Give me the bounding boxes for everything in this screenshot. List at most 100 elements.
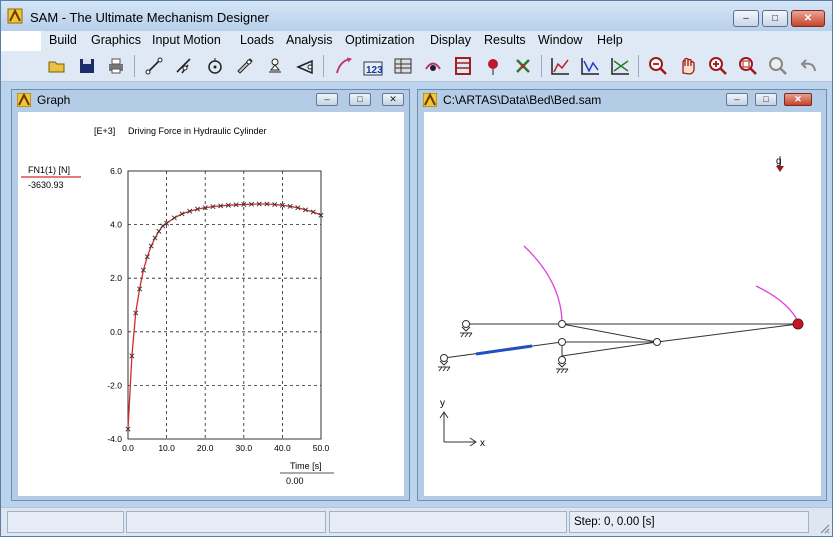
chart-title: Driving Force in Hydraulic Cylinder bbox=[128, 126, 267, 136]
minimize-button[interactable]: – bbox=[733, 10, 759, 27]
svg-text:123: 123 bbox=[366, 65, 383, 76]
beam-icon[interactable] bbox=[143, 55, 165, 77]
mechanism-close-button[interactable]: ✕ bbox=[784, 93, 812, 106]
exponent-label: [E+3] bbox=[94, 126, 115, 136]
menu-display[interactable]: Display bbox=[430, 33, 471, 47]
mechanism-maximize-button[interactable]: □ bbox=[755, 93, 777, 106]
mechanism-window-title: C:\ARTAS\Data\Bed\Bed.sam bbox=[443, 93, 602, 107]
app-logo-icon bbox=[7, 8, 23, 24]
toolbar-separator bbox=[638, 55, 639, 77]
table-icon[interactable] bbox=[392, 55, 414, 77]
resize-grip-icon[interactable] bbox=[818, 522, 830, 534]
y-tick-label: -2.0 bbox=[107, 380, 122, 390]
mechanism-window: C:\ARTAS\Data\Bed\Bed.sam – □ ✕ g y x bbox=[417, 89, 827, 501]
save-icon[interactable] bbox=[76, 55, 98, 77]
x-axis-label: x bbox=[480, 438, 485, 449]
windmill-icon[interactable] bbox=[512, 55, 534, 77]
gear-icon[interactable] bbox=[234, 55, 256, 77]
menu-optimization[interactable]: Optimization bbox=[345, 33, 414, 47]
lens-icon[interactable] bbox=[422, 55, 444, 77]
mechanism-drawing: g y x bbox=[438, 156, 804, 449]
load-icon[interactable] bbox=[482, 55, 504, 77]
mechanism-window-title-bar[interactable]: C:\ARTAS\Data\Bed\Bed.sam – □ ✕ bbox=[418, 90, 826, 110]
menu-window[interactable]: Window bbox=[538, 33, 582, 47]
menu-results[interactable]: Results bbox=[484, 33, 526, 47]
pan-icon[interactable] bbox=[677, 55, 699, 77]
close-icon: ✕ bbox=[389, 94, 397, 104]
menu-help[interactable]: Help bbox=[597, 33, 623, 47]
plot-frame bbox=[127, 170, 322, 440]
maximize-icon: □ bbox=[357, 94, 363, 104]
menu-loads[interactable]: Loads bbox=[240, 33, 274, 47]
toolbar-separator bbox=[134, 55, 135, 77]
plot-xy-2-icon[interactable] bbox=[579, 55, 601, 77]
motion-icon[interactable] bbox=[332, 55, 354, 77]
close-button[interactable]: ✕ bbox=[791, 10, 825, 27]
mechanism-canvas[interactable]: g y x bbox=[424, 112, 821, 496]
minimize-icon: – bbox=[743, 13, 749, 24]
plot-xy-icon[interactable] bbox=[549, 55, 571, 77]
status-pane bbox=[126, 511, 326, 533]
ground-support bbox=[460, 320, 473, 338]
minimize-icon: – bbox=[324, 94, 330, 104]
graph-canvas[interactable]: [E+3] Driving Force in Hydraulic Cylinde… bbox=[18, 112, 404, 496]
legend-label: FN1(1) [N] bbox=[28, 165, 70, 175]
menu-input-motion[interactable]: Input Motion bbox=[152, 33, 221, 47]
plot-area: 0.0 10.0 20.0 30.0 40.0 50.0 -4.0 -2.0 0.0 2.0 4.0… bbox=[107, 166, 329, 453]
x-tick-label: 40.0 bbox=[274, 443, 291, 453]
menu-build[interactable]: Build bbox=[49, 33, 77, 47]
y-tick-label: 2.0 bbox=[110, 273, 122, 283]
link-beam bbox=[656, 323, 799, 343]
slider-icon[interactable] bbox=[204, 55, 226, 77]
mechanism-minimize-button[interactable]: – bbox=[726, 93, 748, 106]
ground-support bbox=[556, 356, 569, 374]
x-tick-label: 10.0 bbox=[158, 443, 175, 453]
menu-analysis[interactable]: Analysis bbox=[286, 33, 333, 47]
maximize-button[interactable]: □ bbox=[762, 10, 788, 27]
status-bar: Step: 0, 0.00 [s] bbox=[1, 507, 832, 536]
ground-icon[interactable] bbox=[264, 55, 286, 77]
link-beam bbox=[561, 341, 658, 357]
status-step-pane: Step: 0, 0.00 [s] bbox=[569, 511, 809, 533]
status-pane bbox=[329, 511, 567, 533]
undo-icon[interactable] bbox=[797, 55, 819, 77]
spring-icon[interactable] bbox=[294, 55, 316, 77]
status-pane bbox=[7, 511, 124, 533]
hinge-node bbox=[558, 320, 566, 328]
gravity-load-label: g bbox=[776, 156, 782, 167]
open-icon[interactable] bbox=[46, 55, 68, 77]
close-icon: ✕ bbox=[803, 13, 813, 24]
mechanism-window-icon bbox=[423, 93, 437, 107]
numbering-icon[interactable]: 123 bbox=[362, 55, 384, 77]
graph-window-title-bar[interactable]: Graph – □ ✕ bbox=[12, 90, 409, 110]
graph-maximize-button[interactable]: □ bbox=[349, 93, 371, 106]
zoom-in-icon[interactable] bbox=[707, 55, 729, 77]
menu-bar-blank bbox=[1, 31, 41, 51]
plot-xy-3-icon[interactable] bbox=[609, 55, 631, 77]
graph-window-icon bbox=[17, 93, 31, 107]
hinge-node bbox=[558, 338, 566, 346]
toolbar: 123 bbox=[1, 51, 832, 82]
x-tick-label: 30.0 bbox=[236, 443, 253, 453]
print-icon[interactable] bbox=[105, 55, 127, 77]
y-tick-label: 6.0 bbox=[110, 166, 122, 176]
title-bar[interactable]: SAM - The Ultimate Mechanism Designer – … bbox=[1, 1, 832, 31]
zoom-out-icon[interactable] bbox=[647, 55, 669, 77]
inspect-icon[interactable] bbox=[767, 55, 789, 77]
trajectory-path bbox=[523, 245, 563, 325]
minimize-icon: – bbox=[734, 94, 740, 104]
end-point-node bbox=[792, 318, 804, 330]
menu-graphics[interactable]: Graphics bbox=[91, 33, 141, 47]
x-tick-label: 0.0 bbox=[122, 443, 134, 453]
graph-close-button[interactable]: ✕ bbox=[382, 93, 404, 106]
graph-window-title: Graph bbox=[37, 93, 71, 107]
trajectory-path bbox=[755, 285, 799, 323]
link-beam bbox=[561, 323, 658, 343]
graph-minimize-button[interactable]: – bbox=[316, 93, 338, 106]
close-icon: ✕ bbox=[794, 94, 802, 104]
zoom-window-icon[interactable] bbox=[737, 55, 759, 77]
hinge-icon[interactable] bbox=[173, 55, 195, 77]
hinge-node bbox=[653, 338, 661, 346]
ladder-icon[interactable] bbox=[452, 55, 474, 77]
graph-plot: [E+3] Driving Force in Hydraulic Cylinde… bbox=[21, 126, 334, 486]
